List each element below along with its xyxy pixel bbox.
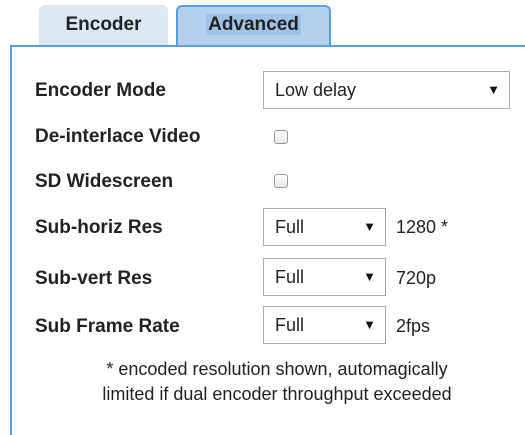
sd-widescreen-checkbox[interactable] (274, 174, 288, 188)
sd-widescreen-label: SD Widescreen (35, 171, 174, 192)
caret-down-icon: ▼ (363, 269, 376, 284)
sub-horiz-res-label: Sub-horiz Res (35, 217, 163, 238)
sub-vert-res-value: Full (275, 267, 305, 287)
deinterlace-label: De-interlace Video (35, 126, 201, 147)
encoder-mode-select[interactable]: Low delay ▼ (263, 71, 510, 109)
caret-down-icon: ▼ (487, 82, 500, 97)
encoder-mode-label: Encoder Mode (35, 80, 166, 101)
sub-frame-rate-select[interactable]: Full ▼ (263, 306, 386, 344)
sub-vert-res-result: 720p (396, 268, 437, 288)
sub-vert-res-select[interactable]: Full ▼ (263, 258, 386, 296)
caret-down-icon: ▼ (363, 317, 376, 332)
deinterlace-checkbox[interactable] (274, 130, 288, 144)
encoder-mode-value: Low delay (275, 80, 357, 100)
tab-advanced-label: Advanced (206, 14, 301, 35)
sub-horiz-res-value: Full (275, 217, 305, 237)
tab-advanced[interactable]: Advanced (176, 5, 331, 45)
sub-frame-rate-result: 2fps (396, 316, 431, 336)
sub-horiz-res-select[interactable]: Full ▼ (263, 208, 386, 246)
caret-down-icon: ▼ (363, 219, 376, 234)
sub-horiz-res-result: 1280 * (396, 217, 449, 237)
sub-vert-res-label: Sub-vert Res (35, 268, 153, 289)
tab-encoder[interactable]: Encoder (39, 5, 168, 45)
sub-frame-rate-value: Full (275, 315, 305, 335)
footnote-line-1: * encoded resolution shown, automagicall… (106, 359, 448, 379)
footnote-line-2: limited if dual encoder throughput excee… (102, 384, 452, 404)
sub-frame-rate-label: Sub Frame Rate (35, 316, 180, 337)
